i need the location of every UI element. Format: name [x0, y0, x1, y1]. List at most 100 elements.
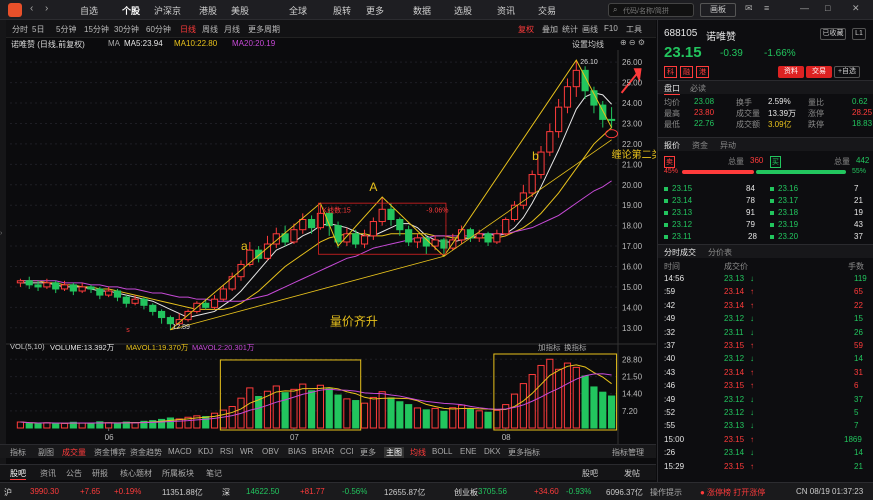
menu-icon[interactable]: ≡ — [764, 3, 769, 13]
candle-body[interactable] — [105, 290, 113, 296]
indicator-0[interactable]: 指标 — [10, 447, 26, 458]
candle-body[interactable] — [484, 233, 492, 243]
tab-pankou[interactable]: 盘口 — [664, 83, 680, 95]
candle-body[interactable] — [413, 237, 422, 243]
minimize-icon[interactable]: — — [800, 3, 809, 13]
indicator-8[interactable]: WR — [240, 447, 253, 456]
nav-forward-icon[interactable]: › — [45, 3, 48, 14]
volume-bar[interactable] — [466, 408, 474, 429]
candle-body[interactable] — [343, 233, 351, 243]
candle-body[interactable] — [369, 221, 377, 237]
candle-body[interactable] — [555, 106, 563, 133]
candle-body[interactable] — [149, 304, 157, 312]
tab-ticks[interactable]: 分时成交 — [664, 247, 696, 258]
candle-body[interactable] — [396, 218, 404, 231]
indicator-12[interactable]: CCI — [340, 447, 354, 456]
guba-button[interactable]: 股吧 — [582, 468, 598, 479]
bottom-tab-1[interactable]: 资讯 — [40, 468, 56, 479]
chart-tool-1[interactable]: 叠加 — [542, 24, 558, 35]
volume-bar[interactable] — [325, 388, 333, 429]
status-note[interactable]: 操作提示 — [650, 487, 682, 498]
candle-body[interactable] — [140, 298, 148, 306]
nav-item-11[interactable]: 交易 — [538, 4, 556, 17]
candle-body[interactable] — [25, 280, 33, 286]
volume-bar[interactable] — [34, 423, 42, 429]
indicator-6[interactable]: KDJ — [198, 447, 213, 456]
tab-bidu[interactable]: 必读 — [690, 83, 706, 94]
volume-bar[interactable] — [440, 410, 448, 429]
nav-item-2[interactable]: 沪深京 — [154, 4, 181, 17]
volume-bar[interactable] — [396, 401, 404, 429]
volume-bar[interactable] — [413, 407, 422, 429]
nav-item-4[interactable]: 美股 — [231, 4, 249, 17]
volume-bar[interactable] — [334, 394, 342, 429]
indicator-15[interactable]: 均线 — [410, 447, 426, 458]
nav-item-10[interactable]: 资讯 — [497, 4, 515, 17]
candle-body[interactable] — [96, 288, 104, 296]
chart-tool-2[interactable]: 统计 — [562, 24, 578, 35]
volume-bar[interactable] — [166, 417, 175, 429]
candle-body[interactable] — [43, 282, 51, 288]
candle-body[interactable] — [16, 280, 24, 284]
candle-body[interactable] — [475, 233, 483, 239]
indicator-20[interactable]: 指标管理 — [612, 447, 644, 458]
candle-body[interactable] — [210, 298, 219, 308]
candle-body[interactable] — [158, 310, 166, 319]
chart-toolbar-icons[interactable]: ⊕ ⊖ ⚙ — [620, 38, 645, 47]
bottom-tab-0[interactable]: 股吧 — [10, 468, 26, 480]
level-badge[interactable]: L1 — [852, 28, 866, 40]
candle-body[interactable] — [122, 296, 130, 304]
timeframe-5[interactable]: 60分钟 — [146, 24, 171, 35]
nav-item-6[interactable]: 股转 — [333, 4, 351, 17]
candle-body[interactable] — [202, 302, 210, 308]
volume-bar[interactable] — [475, 410, 483, 429]
candle-body[interactable] — [87, 286, 95, 290]
volume-bar[interactable] — [599, 391, 607, 429]
candle-body[interactable] — [360, 235, 369, 245]
candle-body[interactable] — [52, 282, 60, 290]
candle-body[interactable] — [228, 276, 236, 290]
volume-bar[interactable] — [590, 386, 598, 429]
timeframe-3[interactable]: 15分钟 — [84, 24, 109, 35]
volume-bar[interactable] — [131, 422, 139, 429]
timeframe-9[interactable]: 更多周期 — [248, 24, 280, 35]
volume-bar[interactable] — [52, 422, 60, 429]
volume-bar[interactable] — [484, 411, 492, 429]
favorite-button[interactable]: 已收藏 — [820, 28, 846, 40]
indicator-2[interactable]: 成交量 — [62, 447, 86, 458]
tab-price-table[interactable]: 分价表 — [708, 247, 732, 258]
indicator-19[interactable]: 更多指标 — [508, 447, 540, 458]
timeframe-2[interactable]: 5分钟 — [56, 24, 76, 35]
candle-body[interactable] — [405, 229, 413, 243]
chart-tool-5[interactable]: 工具 — [626, 24, 642, 35]
bottom-tab-2[interactable]: 公告 — [66, 468, 82, 479]
timeframe-1[interactable]: 5日 — [32, 24, 44, 35]
volume-bar[interactable] — [387, 397, 395, 429]
volume-bar[interactable] — [105, 422, 113, 429]
candle-body[interactable] — [502, 218, 510, 235]
volume-bar[interactable] — [202, 416, 210, 429]
maximize-icon[interactable]: □ — [825, 3, 830, 13]
candle-body[interactable] — [519, 192, 527, 206]
indicator-9[interactable]: OBV — [262, 447, 279, 456]
volume-bar[interactable] — [16, 421, 24, 429]
volume-bar[interactable] — [608, 395, 616, 429]
volume-bar[interactable] — [255, 395, 263, 429]
volume-bar[interactable] — [352, 400, 360, 429]
candle-body[interactable] — [308, 218, 316, 229]
volume-bar[interactable] — [431, 407, 439, 429]
indicator-3[interactable]: 资金博弈 — [94, 447, 126, 458]
candle-body[interactable] — [528, 174, 536, 194]
volume-bar[interactable] — [60, 422, 69, 429]
volume-bar[interactable] — [43, 422, 51, 429]
volume-bar[interactable] — [369, 396, 377, 429]
timeframe-7[interactable]: 周线 — [202, 24, 218, 35]
nav-item-9[interactable]: 选股 — [454, 4, 472, 17]
timeframe-8[interactable]: 月线 — [224, 24, 240, 35]
indicator-13[interactable]: 更多 — [360, 447, 376, 458]
indicator-4[interactable]: 资金趋势 — [130, 447, 162, 458]
nav-item-8[interactable]: 数据 — [413, 4, 431, 17]
app-logo[interactable] — [8, 3, 22, 17]
candle-body[interactable] — [458, 229, 466, 241]
timeframe-4[interactable]: 30分钟 — [114, 24, 139, 35]
